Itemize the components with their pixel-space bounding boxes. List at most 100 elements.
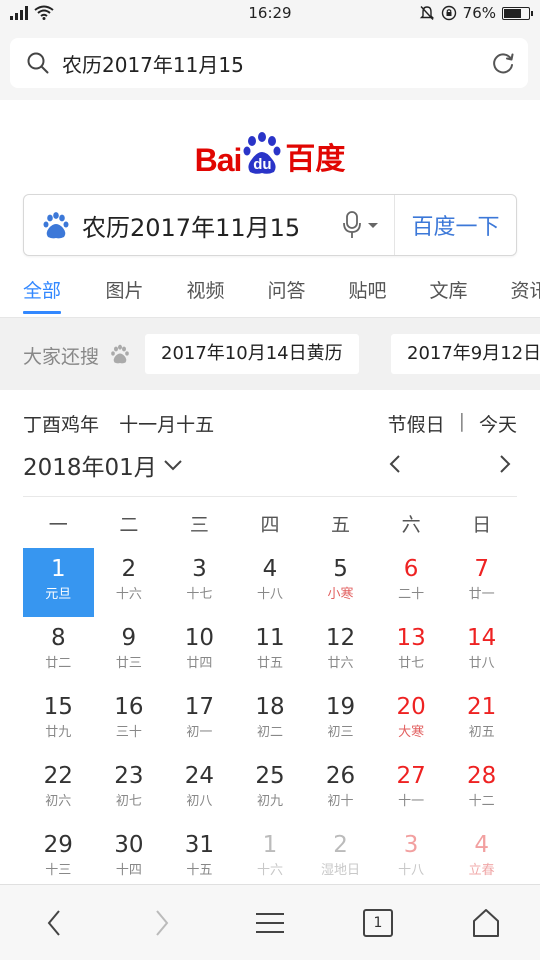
calendar-day[interactable]: 3 十八 — [376, 824, 447, 893]
month-selector[interactable]: 2018年01月 — [23, 448, 183, 482]
tabs-button[interactable]: 1 — [324, 885, 432, 960]
weekday-label: 五 — [331, 514, 351, 536]
day-number: 4 — [474, 832, 489, 858]
lunar-day-label: 十三 — [45, 863, 72, 878]
paw-icon — [111, 344, 129, 364]
calendar-day[interactable]: 4 十八 — [235, 548, 306, 617]
calendar-day[interactable]: 12 廿六 — [305, 617, 376, 686]
day-number: 30 — [114, 832, 144, 858]
calendar-day[interactable]: 2 湿地日 — [305, 824, 376, 893]
calendar-day[interactable]: 24 初八 — [164, 755, 235, 824]
weekday-header: 一二三四五六日 — [23, 510, 517, 537]
voice-dropdown-caret-icon[interactable] — [368, 222, 378, 228]
holidays-link[interactable]: 节假日 — [388, 410, 445, 437]
calendar-day[interactable]: 9 廿三 — [94, 617, 165, 686]
calendar-day[interactable]: 19 初三 — [305, 686, 376, 755]
calendar-day[interactable]: 11 廿五 — [235, 617, 306, 686]
calendar-day[interactable]: 20 大寒 — [376, 686, 447, 755]
calendar-day[interactable]: 26 初十 — [305, 755, 376, 824]
tab-2[interactable]: 视频 — [165, 270, 246, 318]
search-input[interactable]: 农历2017年11月15 — [82, 208, 342, 243]
forward-button[interactable] — [108, 885, 216, 960]
suggestion-chip[interactable]: 2017年10月14日黄历 — [145, 334, 359, 374]
suggestion-chip[interactable]: 2017年9月12日 — [391, 334, 540, 374]
menu-button[interactable] — [216, 885, 324, 960]
lunar-day-label: 十五 — [186, 863, 213, 878]
calendar-week-row: 15 廿九 16 三十 17 初一 18 初二 19 初三 20 大寒 21 初五 — [23, 686, 517, 755]
calendar-day[interactable]: 28 十二 — [446, 755, 517, 824]
calendar-day[interactable]: 14 廿八 — [446, 617, 517, 686]
day-number: 31 — [184, 832, 215, 858]
calendar-day[interactable]: 13 廿七 — [376, 617, 447, 686]
lunar-day-label: 十四 — [115, 863, 142, 878]
day-number: 1 — [262, 832, 278, 858]
previous-month-arrow-icon[interactable] — [387, 454, 403, 474]
day-number: 21 — [467, 694, 497, 720]
day-number: 5 — [333, 556, 348, 582]
calendar-day[interactable]: 7 廿一 — [446, 548, 517, 617]
calendar-day[interactable]: 15 廿九 — [23, 686, 94, 755]
baidu-logo-area: Bai du 百度 — [0, 120, 540, 176]
calendar-day[interactable]: 10 廿四 — [164, 617, 235, 686]
lunar-day-label: 三十 — [115, 725, 142, 740]
lunar-day-label: 十六 — [256, 863, 283, 878]
calendar-day[interactable]: 21 初五 — [446, 686, 517, 755]
next-month-arrow-icon[interactable] — [497, 454, 513, 474]
logo-chinese-text: 百度 — [285, 143, 346, 176]
calendar-day[interactable]: 17 初一 — [164, 686, 235, 755]
tab-6[interactable]: 资讯 — [489, 270, 540, 318]
lunar-day-label: 廿二 — [45, 656, 72, 671]
tab-5[interactable]: 文库 — [408, 270, 489, 318]
search-button[interactable]: 百度一下 — [394, 195, 516, 255]
rotation-lock-icon — [441, 5, 456, 21]
calendar-day[interactable]: 18 初二 — [235, 686, 306, 755]
calendar-day[interactable]: 3 十七 — [164, 548, 235, 617]
tab-0[interactable]: 全部 — [23, 270, 63, 318]
calendar-day[interactable]: 25 初九 — [235, 755, 306, 824]
calendar-day[interactable]: 29 十三 — [23, 824, 94, 893]
calendar-week-row: 1 元旦 2 十六 3 十七 4 十八 5 小寒 6 二十 7 廿一 — [23, 548, 517, 617]
lunar-date: 十一月十五 — [119, 414, 215, 436]
lunar-day-label: 大寒 — [398, 725, 425, 740]
tab-1[interactable]: 图片 — [84, 270, 165, 318]
day-number: 25 — [255, 763, 285, 789]
logo-bai-text: Bai — [194, 142, 243, 178]
day-number: 17 — [184, 694, 215, 720]
back-button[interactable] — [0, 885, 108, 960]
refresh-icon[interactable] — [490, 50, 516, 76]
tab-3[interactable]: 问答 — [246, 270, 327, 318]
lunar-day-label: 十六 — [115, 587, 142, 602]
calendar-week-row: 8 廿二 9 廿三 10 廿四 11 廿五 12 廿六 13 廿七 14 廿八 — [23, 617, 517, 686]
today-link[interactable]: 今天 — [479, 410, 517, 437]
header-separator: | — [458, 410, 465, 432]
day-number: 14 — [467, 625, 497, 651]
calendar-day[interactable]: 30 十四 — [94, 824, 165, 893]
status-right: 76% — [419, 4, 533, 22]
calendar-day[interactable]: 1 十六 — [235, 824, 306, 893]
day-number: 23 — [114, 763, 144, 789]
day-number: 26 — [325, 763, 356, 789]
calendar-day[interactable]: 31 十五 — [164, 824, 235, 893]
calendar-grid: 1 元旦 2 十六 3 十七 4 十八 5 小寒 6 二十 7 廿一 8 廿二 9 廿三 10 廿四 11 廿五 12 廿六 1… — [23, 548, 517, 893]
calendar-day[interactable]: 5 小寒 — [305, 548, 376, 617]
calendar-day[interactable]: 27 十一 — [376, 755, 447, 824]
calendar-day[interactable]: 2 十六 — [94, 548, 165, 617]
lunar-day-label: 廿七 — [398, 656, 425, 671]
calendar-day[interactable]: 16 三十 — [94, 686, 165, 755]
calendar-day[interactable]: 23 初七 — [94, 755, 165, 824]
address-bar[interactable]: 农历2017年11月15 — [10, 38, 528, 88]
calendar-day[interactable]: 4 立春 — [446, 824, 517, 893]
day-number: 3 — [403, 832, 419, 858]
calendar-day-selected[interactable]: 1 元旦 — [23, 548, 94, 617]
battery-percent: 76% — [462, 4, 496, 22]
microphone-icon[interactable] — [342, 210, 362, 240]
tab-4[interactable]: 贴吧 — [327, 270, 408, 318]
day-number: 19 — [325, 694, 356, 720]
day-number: 11 — [255, 625, 285, 651]
lunar-day-label: 初三 — [327, 725, 354, 740]
home-button[interactable] — [432, 885, 540, 960]
lunar-day-label: 初二 — [256, 725, 283, 740]
calendar-day[interactable]: 22 初六 — [23, 755, 94, 824]
calendar-day[interactable]: 6 二十 — [376, 548, 447, 617]
calendar-day[interactable]: 8 廿二 — [23, 617, 94, 686]
